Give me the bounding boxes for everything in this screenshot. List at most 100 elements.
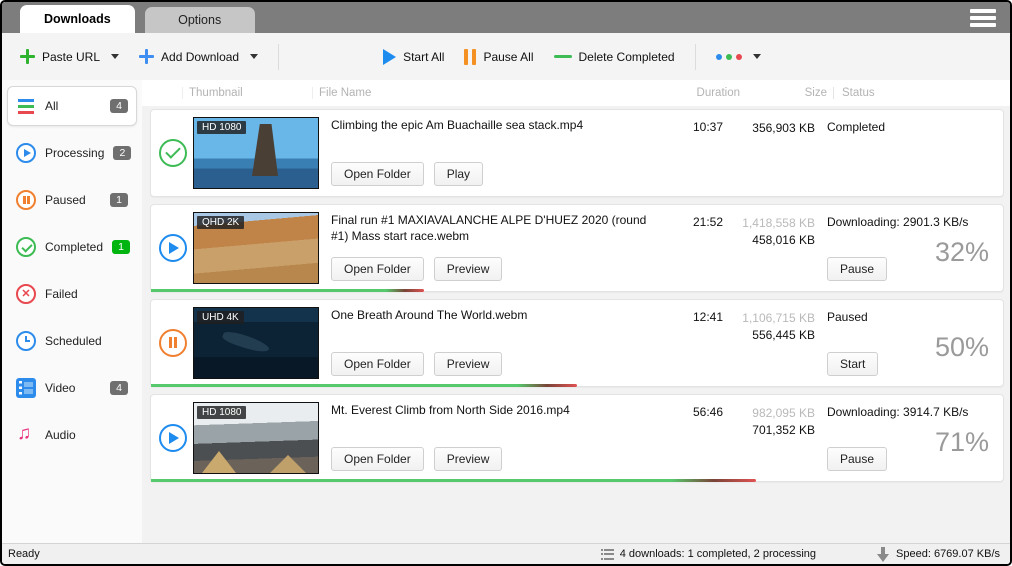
toolbar-separator <box>278 44 279 70</box>
column-header-duration[interactable]: Duration <box>680 87 746 99</box>
hamburger-menu-icon[interactable] <box>970 9 996 27</box>
download-row[interactable]: HD 1080 Mt. Everest Climb from North Sid… <box>150 394 1004 482</box>
quality-badge: HD 1080 <box>197 121 246 134</box>
progress-bar <box>151 479 756 482</box>
status-ready-label: Ready <box>8 548 601 560</box>
status-text: Downloading: 3914.7 KB/s <box>827 405 1003 419</box>
sidebar-item-paused[interactable]: Paused 1 <box>7 180 137 220</box>
sidebar-item-scheduled[interactable]: Scheduled <box>7 321 137 361</box>
pause-start-button[interactable]: Pause <box>827 257 887 281</box>
toolbar: Paste URL Add Download Start All Pause A… <box>2 33 1010 80</box>
start-all-button[interactable]: Start All <box>375 43 452 71</box>
paste-url-label: Paste URL <box>42 50 100 64</box>
play-preview-button[interactable]: Play <box>434 162 483 186</box>
pause-start-button[interactable]: Pause <box>827 447 887 471</box>
open-folder-button[interactable]: Open Folder <box>331 447 424 471</box>
downloads-list-area: Thumbnail File Name Duration Size Status… <box>142 80 1010 543</box>
sidebar-item-video[interactable]: Video 4 <box>7 368 137 408</box>
open-folder-button[interactable]: Open Folder <box>331 162 424 186</box>
delete-completed-button[interactable]: Delete Completed <box>546 44 683 70</box>
progress-bar <box>151 384 577 387</box>
count-badge: 2 <box>113 146 131 160</box>
pause-all-button[interactable]: Pause All <box>456 43 541 71</box>
sidebar-item-all[interactable]: All 4 <box>7 86 137 126</box>
size-total: 982,095 KB <box>723 405 815 422</box>
status-text: Paused <box>827 310 1003 324</box>
delete-completed-label: Delete Completed <box>579 50 675 64</box>
sidebar-item-audio[interactable]: Audio <box>7 415 137 455</box>
quality-badge: QHD 2K <box>197 216 244 229</box>
video-icon <box>16 378 36 398</box>
sidebar-item-label: Scheduled <box>45 334 128 348</box>
tab-options[interactable]: Options <box>145 7 255 33</box>
video-thumbnail[interactable]: HD 1080 <box>193 117 319 189</box>
count-badge: 1 <box>110 193 128 207</box>
file-name: Climbing the epic Am Buachaille sea stac… <box>331 118 655 134</box>
downloads-summary-label: 4 downloads: 1 completed, 2 processing <box>620 548 816 560</box>
tab-bar: Downloads Options <box>2 2 1010 33</box>
sidebar-item-failed[interactable]: Failed <box>7 274 137 314</box>
duration-value: 10:37 <box>661 110 723 196</box>
status-bar: Ready 4 downloads: 1 completed, 2 proces… <box>2 543 1010 564</box>
column-header-file-name[interactable]: File Name <box>312 87 680 99</box>
download-row[interactable]: QHD 2K Final run #1 MAXIAVALANCHE ALPE D… <box>150 204 1004 292</box>
sidebar-item-label: Audio <box>45 428 128 442</box>
column-header-thumbnail[interactable]: Thumbnail <box>182 87 312 99</box>
sidebar-item-completed[interactable]: Completed 1 <box>7 227 137 267</box>
open-folder-button[interactable]: Open Folder <box>331 257 424 281</box>
size-total: 1,418,558 KB <box>723 215 815 232</box>
pause-all-label: Pause All <box>483 50 533 64</box>
download-row[interactable]: HD 1080 Climbing the epic Am Buachaille … <box>150 109 1004 197</box>
completed-icon <box>16 237 36 257</box>
failed-icon <box>16 284 36 304</box>
add-download-button[interactable]: Add Download <box>131 43 266 70</box>
video-thumbnail[interactable]: HD 1080 <box>193 402 319 474</box>
play-preview-button[interactable]: Preview <box>434 257 503 281</box>
play-preview-button[interactable]: Preview <box>434 447 503 471</box>
speed-indicator: Speed: 6769.07 KB/s <box>876 547 1000 562</box>
duration-value: 21:52 <box>661 205 723 291</box>
three-dots-icon <box>716 54 742 60</box>
all-icon <box>16 96 36 116</box>
count-badge: 1 <box>112 240 130 254</box>
chevron-down-icon[interactable] <box>111 54 119 59</box>
tab-downloads[interactable]: Downloads <box>20 5 135 33</box>
paused-state-icon <box>159 329 187 357</box>
column-header-status[interactable]: Status <box>834 87 1010 99</box>
open-folder-button[interactable]: Open Folder <box>331 352 424 376</box>
sidebar-item-label: Video <box>45 381 101 395</box>
plus-icon <box>139 49 154 64</box>
completed-state-icon <box>159 139 187 167</box>
file-name: One Breath Around The World.webm <box>331 308 655 324</box>
count-badge: 4 <box>110 99 128 113</box>
audio-icon <box>16 425 36 445</box>
duration-value: 12:41 <box>661 300 723 386</box>
size-downloaded: 556,445 KB <box>723 327 815 344</box>
start-all-label: Start All <box>403 50 444 64</box>
pause-start-button[interactable]: Start <box>827 352 878 376</box>
video-thumbnail[interactable]: UHD 4K <box>193 307 319 379</box>
delete-line-icon <box>554 55 572 58</box>
downloading-state-icon <box>159 234 187 262</box>
size-total: 356,903 KB <box>723 120 815 137</box>
progress-percent: 71% <box>935 427 989 458</box>
column-header-size[interactable]: Size <box>746 87 834 99</box>
speed-label: Speed: 6769.07 KB/s <box>896 548 1000 560</box>
sidebar-item-processing[interactable]: Processing 2 <box>7 133 137 173</box>
plus-icon <box>20 49 35 64</box>
paste-url-button[interactable]: Paste URL <box>12 43 127 70</box>
status-text: Downloading: 2901.3 KB/s <box>827 215 1003 229</box>
sidebar-item-label: Processing <box>45 146 104 160</box>
play-preview-button[interactable]: Preview <box>434 352 503 376</box>
chevron-down-icon[interactable] <box>250 54 258 59</box>
count-badge: 4 <box>110 381 128 395</box>
tab-downloads-label: Downloads <box>44 12 111 26</box>
list-icon <box>601 549 614 560</box>
size-downloaded: 458,016 KB <box>723 232 815 249</box>
download-row[interactable]: UHD 4K One Breath Around The World.webm … <box>150 299 1004 387</box>
more-actions-button[interactable] <box>708 48 769 66</box>
video-thumbnail[interactable]: QHD 2K <box>193 212 319 284</box>
toolbar-separator <box>695 44 696 70</box>
sidebar: All 4 Processing 2 Paused 1 Completed 1 … <box>2 80 142 543</box>
scheduled-icon <box>16 331 36 351</box>
